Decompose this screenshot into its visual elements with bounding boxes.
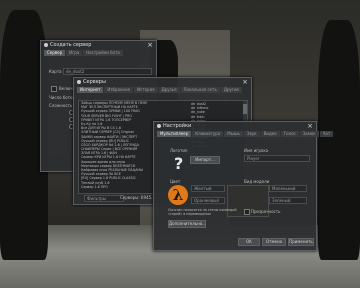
player-name-label: Имя игрока — [244, 148, 269, 153]
create-server-titlebar[interactable]: Создать сервер × — [41, 41, 156, 49]
enable-bots-checkbox[interactable] — [51, 86, 57, 92]
settings-title: Настройки — [163, 123, 192, 129]
tab-favorites[interactable]: Избранное — [104, 87, 134, 93]
model-select-1[interactable]: Маленький — [269, 185, 307, 192]
tab-voice[interactable]: Голос — [280, 131, 299, 137]
settings-titlebar[interactable]: Настройки × — [154, 122, 316, 130]
scrollbar-thumb[interactable] — [243, 104, 247, 114]
apply-button[interactable]: Применить — [288, 238, 314, 246]
create-server-title: Создать сервер — [50, 42, 92, 48]
tab-audio[interactable]: Звук — [243, 131, 260, 137]
model-select-2[interactable]: Зеленый — [269, 197, 307, 204]
tab-server[interactable]: Сервер — [44, 50, 66, 56]
servers-tabs: Интернет Избранное История Друзья Локаль… — [74, 86, 251, 93]
steam-icon — [77, 80, 81, 84]
tab-keyboard[interactable]: Клавиатура — [192, 131, 224, 137]
color-select-1[interactable]: Желтый — [191, 185, 225, 192]
tab-lan[interactable]: Локальная сеть — [180, 87, 220, 93]
tab-lock[interactable]: Замок — [299, 131, 319, 137]
steam-icon — [44, 43, 48, 47]
import-button[interactable]: Импорт... — [190, 156, 220, 164]
map-select[interactable]: de_dust2 — [63, 68, 152, 75]
transparency-label: Прозрачность — [251, 209, 281, 214]
soldier-right — [318, 20, 360, 260]
tab-game[interactable]: Игра — [66, 50, 83, 56]
cancel-button[interactable]: Отмена — [262, 238, 286, 246]
model-label: Вид модели — [244, 179, 270, 184]
tab-video[interactable]: Видео — [260, 131, 280, 137]
color-label: Цвет — [170, 179, 181, 184]
create-server-tabs: Сервер Игра Настройки бота — [41, 49, 156, 56]
logo-label: Логотип — [170, 148, 188, 153]
close-icon[interactable]: × — [242, 78, 248, 86]
tab-mouse[interactable]: Мышь — [224, 131, 243, 137]
bot-count-label: Число ботов — [49, 95, 75, 100]
transparency-checkbox[interactable] — [244, 209, 250, 215]
close-icon[interactable]: × — [147, 41, 153, 49]
server-status: Серверы: 6945... — [120, 195, 155, 200]
settings-tabs: Мультиплеер Клавиатура Мышь Звук Видео Г… — [154, 130, 334, 137]
player-name-input[interactable]: Player — [244, 155, 310, 162]
advanced-button[interactable]: Дополнительно... — [168, 220, 206, 228]
difficulty-label: Сложность — [49, 103, 73, 108]
tab-multiplayer[interactable]: Мультиплеер — [157, 131, 192, 137]
close-icon[interactable]: × — [307, 122, 313, 130]
half-life-logo-icon: λ — [168, 185, 188, 205]
map-label: Карта — [49, 69, 62, 74]
tab-bot-settings[interactable]: Настройки бота — [83, 50, 123, 56]
settings-window: Настройки × Мультиплеер Клавиатура Мышь … — [153, 121, 334, 251]
ok-button[interactable]: OK — [238, 238, 260, 246]
color-select-2[interactable]: Оранжевый — [191, 197, 225, 204]
tab-other[interactable]: Другие — [220, 87, 243, 93]
servers-titlebar[interactable]: Серверы × — [74, 78, 251, 86]
tab-history[interactable]: История — [134, 87, 158, 93]
tab-internet[interactable]: Интернет — [77, 87, 104, 93]
filter-field[interactable]: Фильтры — [84, 195, 124, 202]
tab-chat[interactable]: Чат — [319, 131, 334, 137]
steam-icon — [157, 124, 161, 128]
tab-friends[interactable]: Друзья — [158, 87, 180, 93]
spray-preview-question-icon: ? — [174, 154, 184, 173]
spray-hint: Логотип наносится на стены командой «спр… — [168, 208, 237, 216]
servers-title: Серверы — [83, 79, 106, 85]
